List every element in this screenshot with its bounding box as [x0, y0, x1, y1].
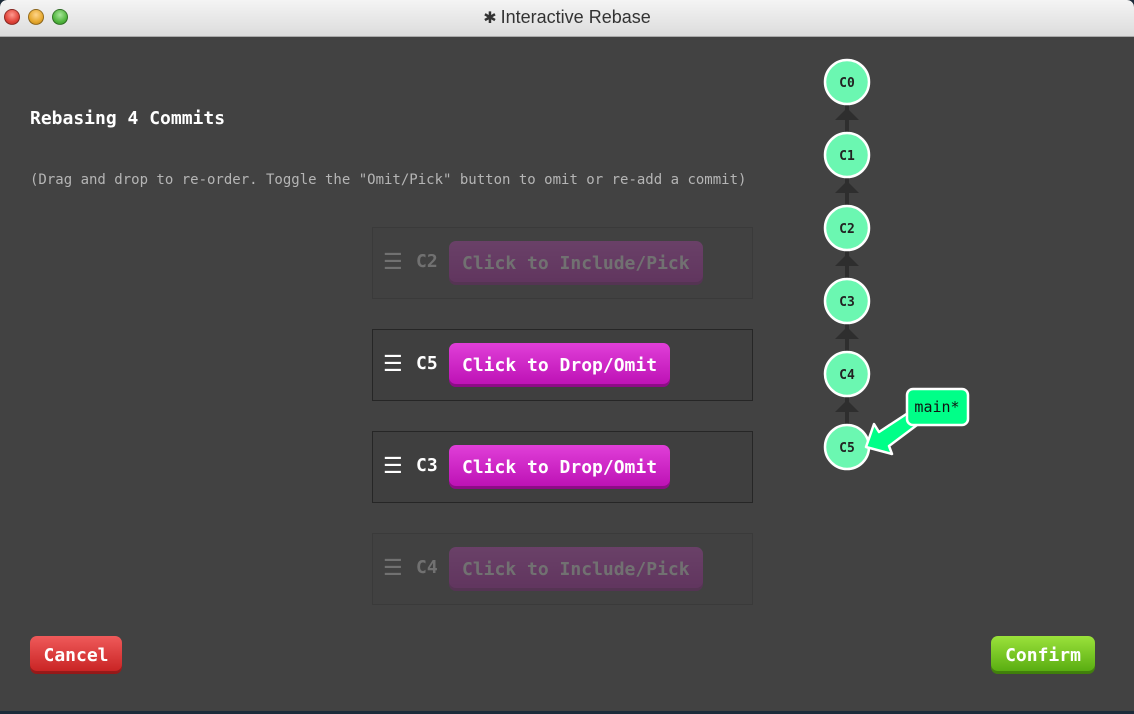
toggle-pick-button[interactable]: Click to Include/Pick	[449, 547, 703, 591]
commit-id: C4	[416, 557, 438, 578]
graph-edge	[845, 104, 849, 132]
commit-node-c1[interactable]: C1	[823, 131, 871, 179]
gear-icon: ✱	[483, 10, 497, 27]
node-label: C3	[839, 295, 855, 310]
rebase-window: ✱ Interactive Rebase Rebasing 4 Commits (…	[0, 0, 1134, 711]
commit-row-c2[interactable]: ☰ C2 Click to Include/Pick	[372, 227, 753, 299]
commit-node-c2[interactable]: C2	[823, 204, 871, 252]
branch-label: main*	[914, 398, 959, 416]
commit-row-c4[interactable]: ☰ C4 Click to Include/Pick	[372, 533, 753, 605]
dialog-heading: Rebasing 4 Commits	[30, 108, 226, 129]
window-title: ✱ Interactive Rebase	[0, 7, 1134, 28]
commit-row-c5[interactable]: ☰ C5 Click to Drop/Omit	[372, 329, 753, 401]
commit-node-c5[interactable]: C5	[823, 423, 871, 471]
commit-row-c3[interactable]: ☰ C3 Click to Drop/Omit	[372, 431, 753, 503]
commit-id: C5	[416, 353, 438, 374]
graph-edge	[845, 396, 849, 424]
toggle-pick-button[interactable]: Click to Drop/Omit	[449, 343, 671, 387]
graph-edge	[845, 177, 849, 205]
commit-id: C2	[416, 251, 438, 272]
confirm-button[interactable]: Confirm	[991, 636, 1095, 674]
node-label: C1	[839, 149, 855, 164]
node-label: C4	[839, 368, 855, 383]
commit-node-c4[interactable]: C4	[823, 350, 871, 398]
help-text: (Drag and drop to re-order. Toggle the "…	[30, 172, 747, 188]
edge-arrow-icon	[835, 181, 859, 193]
drag-handle-icon[interactable]: ☰	[383, 252, 403, 274]
edge-arrow-icon	[835, 400, 859, 412]
drag-handle-icon[interactable]: ☰	[383, 558, 403, 580]
branch-main[interactable]: main*	[864, 387, 970, 456]
edge-arrow-icon	[835, 254, 859, 266]
graph-edge	[845, 323, 849, 351]
commit-node-c3[interactable]: C3	[823, 277, 871, 325]
drag-handle-icon[interactable]: ☰	[383, 456, 403, 478]
title-bar: ✱ Interactive Rebase	[0, 0, 1134, 37]
commit-id: C3	[416, 455, 438, 476]
node-label: C0	[839, 76, 855, 91]
edge-arrow-icon	[835, 327, 859, 339]
commit-node-c0[interactable]: C0	[823, 58, 871, 106]
toggle-pick-button[interactable]: Click to Drop/Omit	[449, 445, 671, 489]
cancel-button[interactable]: Cancel	[30, 636, 122, 674]
node-label: C5	[839, 441, 855, 456]
node-label: C2	[839, 222, 855, 237]
graph-edge	[845, 250, 849, 278]
toggle-pick-button[interactable]: Click to Include/Pick	[449, 241, 703, 285]
drag-handle-icon[interactable]: ☰	[383, 354, 403, 376]
edge-arrow-icon	[835, 108, 859, 120]
window-title-text: Interactive Rebase	[500, 7, 651, 27]
